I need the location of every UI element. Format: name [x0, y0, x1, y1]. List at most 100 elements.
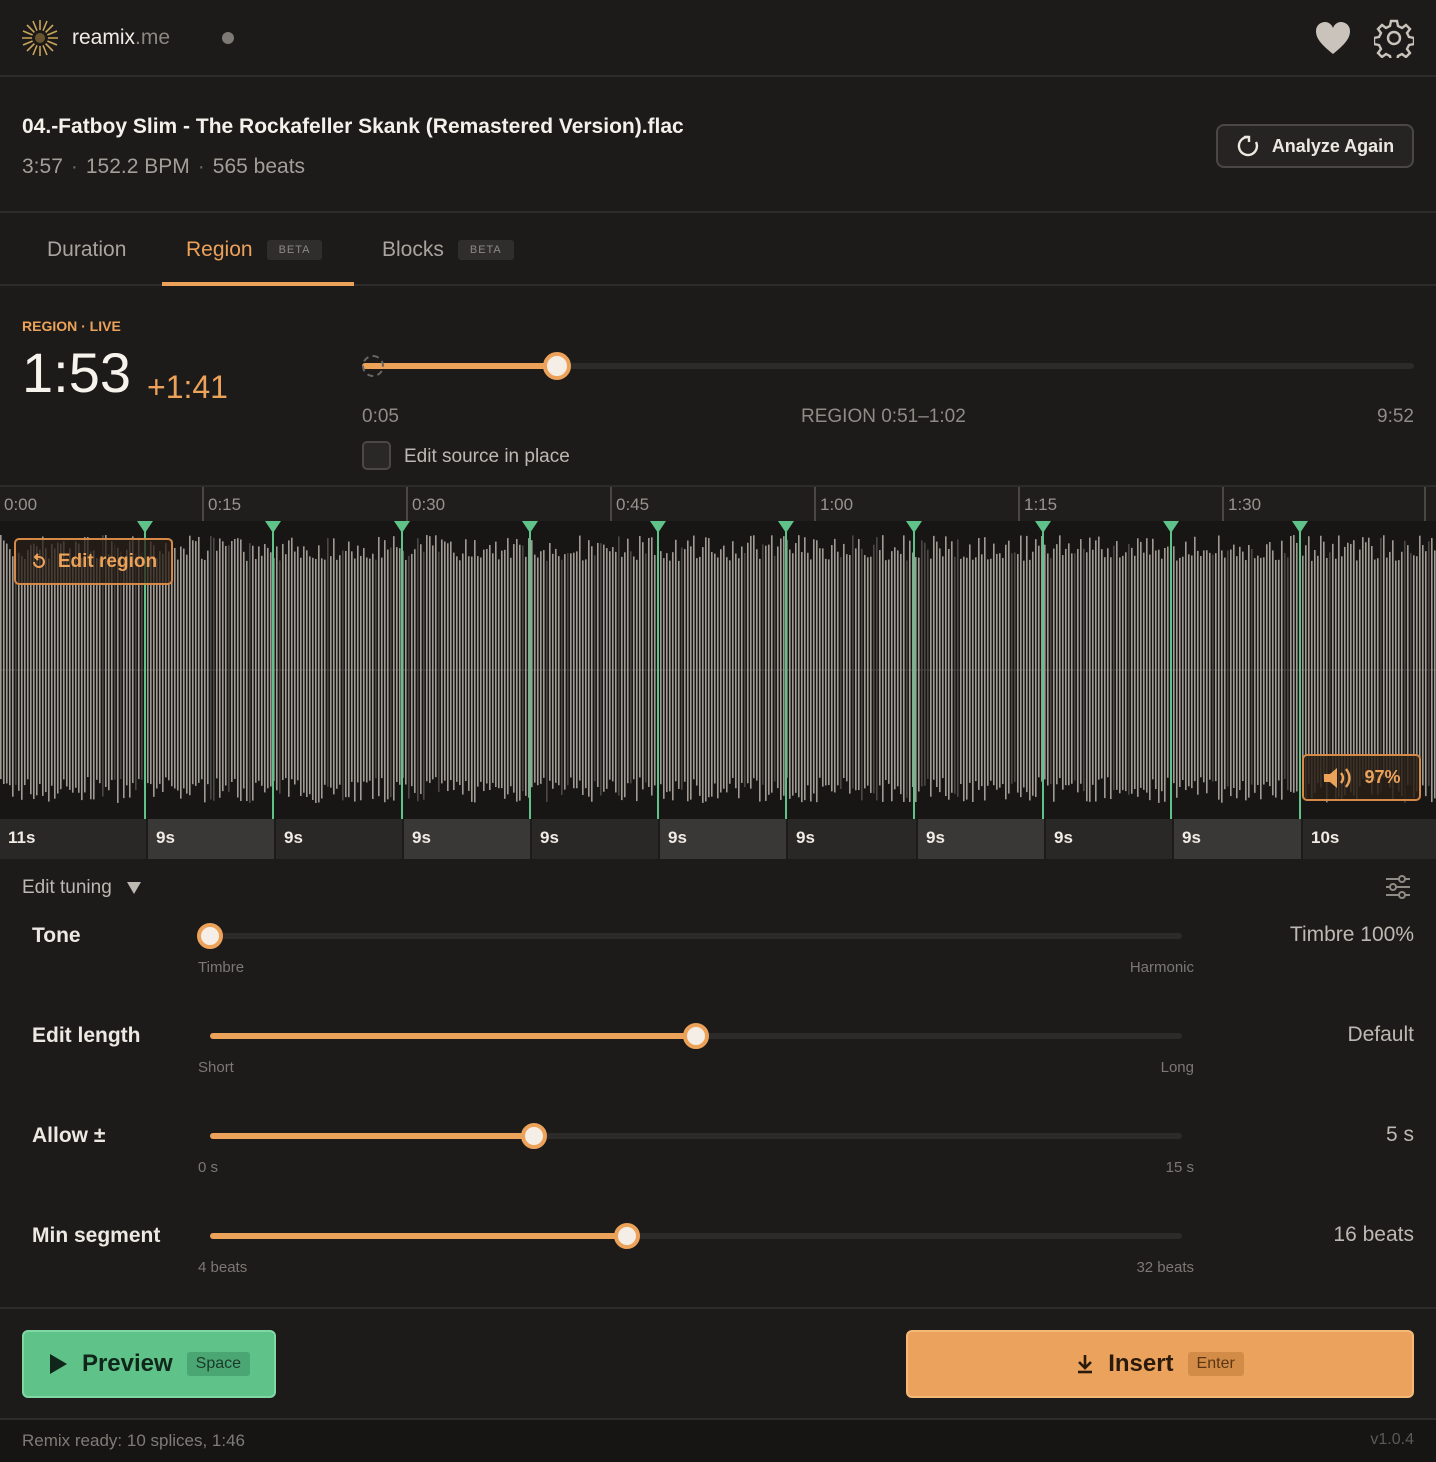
- edit-in-place-checkbox[interactable]: [362, 441, 391, 470]
- tab-duration[interactable]: Duration: [47, 213, 126, 286]
- tone-min-label: Timbre: [198, 959, 245, 976]
- segment-length[interactable]: 9s: [530, 819, 658, 859]
- tab-blocks[interactable]: Blocks BETA: [382, 213, 514, 286]
- brand-name: reamix: [72, 26, 136, 49]
- logo-sun-icon: [22, 20, 58, 56]
- waveform-canvas: [0, 521, 1436, 819]
- allow-tolerance-slider-track[interactable]: [210, 1133, 1182, 1139]
- preview-button[interactable]: Preview Space: [22, 1330, 276, 1398]
- timeline-tick: 1:30: [1222, 487, 1261, 523]
- tone-label: Tone: [32, 924, 81, 947]
- splice-marker-handle[interactable]: [394, 521, 410, 533]
- region-slider-handle[interactable]: [542, 352, 571, 380]
- tab-region-label: Region: [186, 237, 253, 261]
- splice-marker-handle[interactable]: [1292, 521, 1308, 533]
- region-start-handle[interactable]: [362, 355, 384, 377]
- insert-button[interactable]: Insert Enter: [906, 1330, 1414, 1398]
- segment-strip: 11s 9s 9s 9s 9s 9s 9s 9s 9s 9s 10s: [0, 819, 1436, 859]
- edit-tuning-label: Edit tuning: [22, 877, 112, 898]
- timeline-tick: 0:15: [202, 487, 241, 523]
- timeline-tick: 0:30: [406, 487, 445, 523]
- region-slider-track[interactable]: [362, 363, 1414, 369]
- timeline-tick: 1:00: [814, 487, 853, 523]
- segment-length[interactable]: 9s: [146, 819, 274, 859]
- region-range-min: 0:05: [362, 406, 399, 427]
- tone-slider-track[interactable]: [210, 933, 1182, 939]
- segment-length[interactable]: 9s: [274, 819, 402, 859]
- brand-wordmark: reamix.me: [72, 26, 170, 50]
- edit-length-slider-handle[interactable]: [683, 1023, 709, 1049]
- segment-length[interactable]: 9s: [1172, 819, 1301, 859]
- analyze-again-label: Analyze Again: [1271, 135, 1395, 156]
- segment-length[interactable]: 9s: [786, 819, 916, 859]
- min-segment-value: 16 beats: [1333, 1223, 1414, 1246]
- splice-marker-handle[interactable]: [265, 521, 281, 533]
- splice-marker-handle[interactable]: [906, 521, 922, 533]
- tab-blocks-label: Blocks: [382, 237, 444, 261]
- tab-duration-label: Duration: [47, 237, 127, 261]
- sliders-icon[interactable]: [1384, 873, 1412, 901]
- allow-tolerance-slider-fill: [210, 1133, 534, 1139]
- file-header: 04.-Fatboy Slim - The Rockafeller Skank …: [0, 79, 1436, 213]
- brand-tld: .me: [135, 26, 171, 49]
- edit-region-button[interactable]: Edit region: [14, 538, 173, 585]
- splice-marker-handle[interactable]: [1035, 521, 1051, 533]
- region-slider-fill: [362, 363, 557, 369]
- segment-length[interactable]: 9s: [916, 819, 1044, 859]
- insert-shortcut: Enter: [1187, 1352, 1244, 1376]
- edit-in-place-label[interactable]: Edit source in place: [404, 446, 570, 468]
- triangle-down-icon: [126, 882, 141, 894]
- edit-region-label: Edit region: [57, 550, 158, 572]
- file-beats: 565 beats: [212, 155, 306, 178]
- splice-marker-handle[interactable]: [522, 521, 538, 533]
- edit-length-max-label: Long: [1160, 1059, 1194, 1076]
- analyze-again-button[interactable]: Analyze Again: [1216, 124, 1414, 168]
- region-range-label: REGION 0:51–1:02: [801, 406, 966, 427]
- heart-icon[interactable]: [1314, 20, 1352, 56]
- splice-marker-handle[interactable]: [1163, 521, 1179, 533]
- timeline-tick-end: [1424, 487, 1430, 523]
- tone-slider-handle[interactable]: [197, 923, 223, 949]
- play-icon: [49, 1354, 67, 1374]
- tone-value: Timbre 100%: [1289, 923, 1414, 946]
- region-status-label: REGION · LIVE: [22, 318, 121, 334]
- edit-tuning-toggle[interactable]: Edit tuning: [22, 877, 142, 899]
- speaker-icon: [1324, 767, 1352, 788]
- status-bar: Remix ready: 10 splices, 1:46 v1.0.4: [0, 1418, 1436, 1462]
- timeline-ruler[interactable]: 0:00 0:15 0:30 0:45 1:00 1:15 1:30: [0, 485, 1436, 523]
- tab-region[interactable]: Region BETA: [186, 213, 323, 286]
- edit-length-value: Default: [1347, 1023, 1414, 1046]
- file-meta: 3:57 · 152.2 BPM · 565 beats: [22, 155, 306, 178]
- splice-marker-handle[interactable]: [778, 521, 794, 533]
- min-segment-slider-track[interactable]: [210, 1233, 1182, 1239]
- tab-blocks-badge: BETA: [457, 239, 514, 260]
- timeline-tick: 1:15: [1018, 487, 1057, 523]
- splice-marker-handle[interactable]: [650, 521, 666, 533]
- edit-length-min-label: Short: [198, 1059, 234, 1076]
- min-segment-max-label: 32 beats: [1136, 1259, 1194, 1276]
- file-duration: 3:57: [22, 155, 63, 178]
- volume-button[interactable]: 97%: [1302, 754, 1421, 801]
- segment-length[interactable]: 9s: [402, 819, 530, 859]
- top-bar: reamix.me: [0, 0, 1436, 77]
- connection-status-dot: [222, 32, 234, 44]
- min-segment-min-label: 4 beats: [198, 1259, 248, 1276]
- tone-max-label: Harmonic: [1129, 959, 1194, 976]
- preview-label: Preview: [81, 1350, 173, 1377]
- tab-region-badge: BETA: [266, 239, 323, 260]
- segment-length[interactable]: 11s: [0, 819, 146, 859]
- segment-length[interactable]: 9s: [1044, 819, 1172, 859]
- waveform[interactable]: [0, 521, 1436, 819]
- allow-tolerance-label: Allow ±: [32, 1124, 106, 1147]
- status-message: Remix ready: 10 splices, 1:46: [22, 1431, 245, 1450]
- edit-tuning-panel: Edit tuning Tone Timbre Harmonic Timbre …: [0, 859, 1436, 1309]
- download-icon: [1078, 1355, 1093, 1374]
- volume-value: 97%: [1364, 767, 1401, 787]
- allow-tolerance-slider-handle[interactable]: [520, 1123, 547, 1149]
- segment-length[interactable]: 9s: [658, 819, 786, 859]
- min-segment-slider-handle[interactable]: [613, 1223, 640, 1249]
- segment-length[interactable]: 10s: [1301, 819, 1436, 859]
- splice-marker-handle[interactable]: [137, 521, 153, 533]
- preview-shortcut: Space: [186, 1352, 251, 1376]
- gear-icon[interactable]: [1374, 18, 1414, 58]
